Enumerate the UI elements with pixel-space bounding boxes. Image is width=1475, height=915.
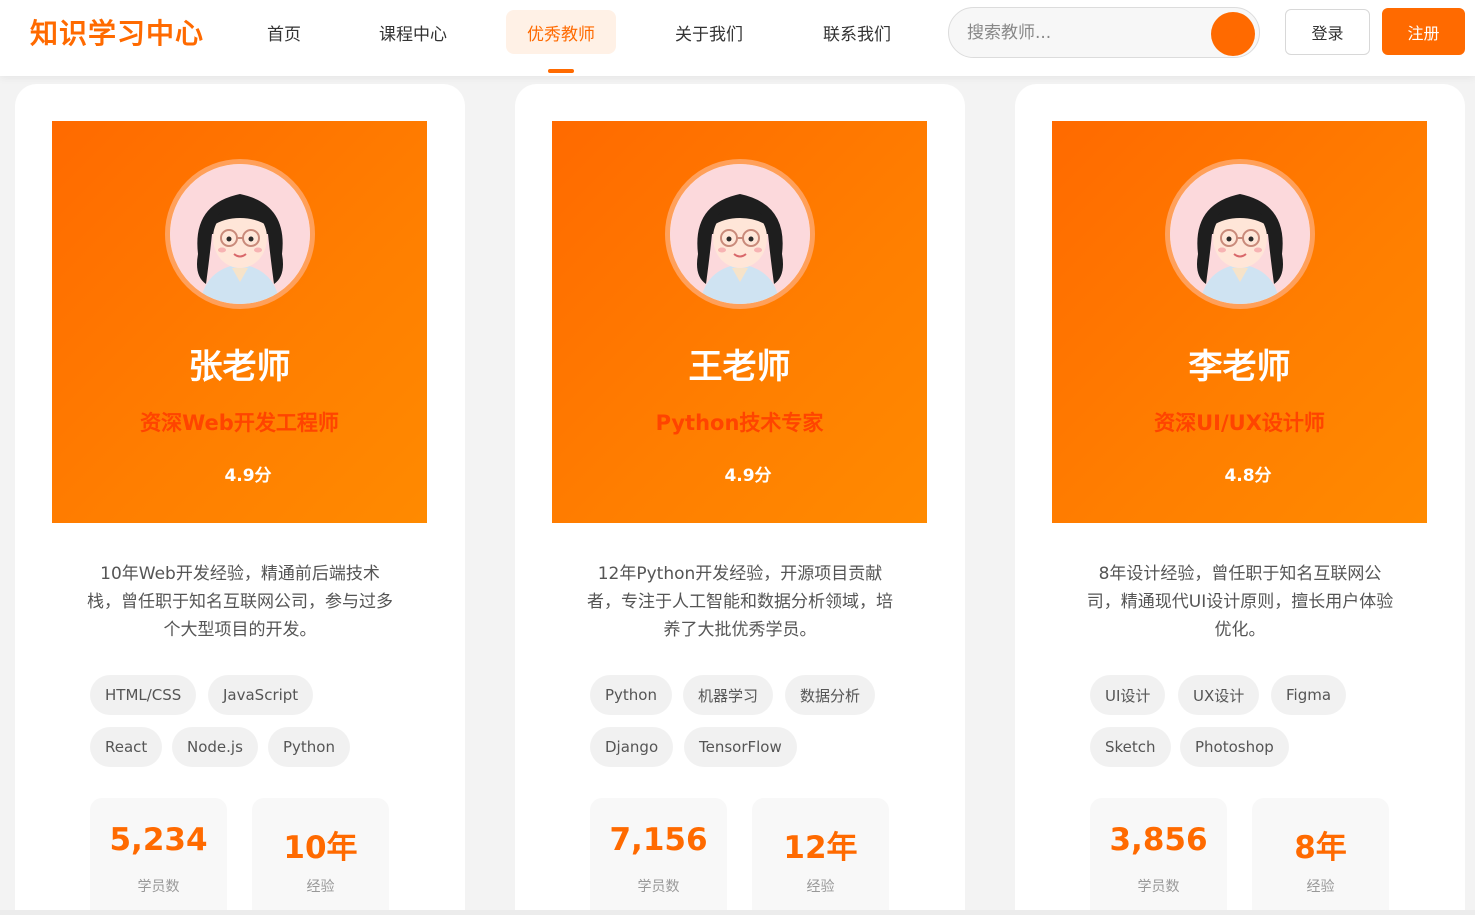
- stat-experience-label: 经验: [1306, 879, 1335, 895]
- search-input[interactable]: [967, 19, 1207, 47]
- top-header: 知识学习中心 首页 课程中心 优秀教师 关于我们 联系我们 登录 注册: [0, 0, 1475, 76]
- stat-experience-value: 12年: [783, 830, 858, 866]
- teacher-hero: 张老师 资深Web开发工程师 4.9分: [52, 121, 427, 523]
- skill-tag[interactable]: Figma: [1271, 675, 1347, 715]
- teacher-hero: 李老师 资深UI/UX设计师 4.8分: [1052, 121, 1427, 523]
- teacher-name: 李老师: [1188, 347, 1291, 387]
- search-box: [948, 7, 1260, 58]
- stat-experience-value: 8年: [1294, 830, 1347, 866]
- stat-experience: 12年 经验: [752, 798, 889, 915]
- search-button[interactable]: [1211, 12, 1255, 56]
- teacher-rating: 4.9分: [224, 466, 272, 486]
- stat-experience: 8年 经验: [1252, 798, 1389, 915]
- teacher-description: 12年Python开发经验，开源项目贡献者，专注于人工智能和数据分析领域，培养了…: [587, 564, 893, 640]
- skill-tag[interactable]: Sketch: [1090, 727, 1171, 767]
- skill-tag[interactable]: TensorFlow: [684, 727, 797, 767]
- nav-courses[interactable]: 课程中心: [366, 10, 460, 54]
- stat-students-value: 7,156: [609, 822, 708, 858]
- stat-students-label: 学员数: [637, 879, 680, 895]
- skill-tag[interactable]: HTML/CSS: [90, 675, 197, 715]
- girl-avatar-icon: [170, 164, 310, 304]
- teacher-name: 张老师: [188, 347, 291, 387]
- skill-tag[interactable]: JavaScript: [208, 675, 314, 715]
- teacher-card[interactable]: 张老师 资深Web开发工程师 4.9分 10年Web开发经验，精通前后端技术栈，…: [15, 84, 465, 915]
- stat-students-value: 5,234: [109, 822, 208, 858]
- site-logo[interactable]: 知识学习中心: [30, 14, 204, 54]
- skill-tag[interactable]: Node.js: [172, 727, 258, 767]
- page-bottom-divider: [0, 910, 1475, 915]
- teacher-title: 资深UI/UX设计师: [1154, 411, 1325, 435]
- teacher-hero: 王老师 Python技术专家 4.9分: [552, 121, 927, 523]
- stat-experience: 10年 经验: [252, 798, 389, 915]
- skill-tag[interactable]: React: [90, 727, 163, 767]
- teacher-avatar: [665, 159, 815, 309]
- login-button[interactable]: 登录: [1285, 9, 1370, 55]
- teacher-description: 10年Web开发经验，精通前后端技术栈，曾任职于知名互联网公司，参与过多个大型项…: [87, 564, 393, 640]
- nav-about[interactable]: 关于我们: [662, 10, 756, 54]
- stat-students-value: 3,856: [1109, 822, 1208, 858]
- search-icon: [1225, 26, 1238, 39]
- nav-home[interactable]: 首页: [252, 10, 316, 54]
- nav-contact[interactable]: 联系我们: [810, 10, 904, 54]
- stat-students: 3,856 学员数: [1090, 798, 1227, 915]
- skill-tag[interactable]: Python: [268, 727, 350, 767]
- skill-tag[interactable]: UX设计: [1178, 675, 1260, 715]
- teacher-avatar: [165, 159, 315, 309]
- skill-tag[interactable]: Photoshop: [1180, 727, 1289, 767]
- teacher-avatar: [1165, 159, 1315, 309]
- girl-avatar-icon: [1170, 164, 1310, 304]
- skill-tag[interactable]: UI设计: [1090, 675, 1166, 715]
- teacher-card[interactable]: 王老师 Python技术专家 4.9分 12年Python开发经验，开源项目贡献…: [515, 84, 965, 915]
- skill-tag[interactable]: Django: [590, 727, 674, 767]
- stat-students-label: 学员数: [1137, 879, 1180, 895]
- active-nav-indicator: [548, 69, 574, 73]
- teacher-name: 王老师: [688, 347, 791, 387]
- stat-experience-label: 经验: [806, 879, 835, 895]
- stat-students: 7,156 学员数: [590, 798, 727, 915]
- girl-avatar-icon: [670, 164, 810, 304]
- register-button[interactable]: 注册: [1382, 8, 1465, 55]
- teacher-title: Python技术专家: [655, 411, 824, 435]
- skill-tag[interactable]: 数据分析: [785, 675, 876, 715]
- stat-experience-label: 经验: [306, 879, 335, 895]
- teacher-rating: 4.8分: [1224, 466, 1272, 486]
- teacher-description: 8年设计经验，曾任职于知名互联网公司，精通现代UI设计原则，擅长用户体验优化。: [1086, 564, 1394, 640]
- teacher-title: 资深Web开发工程师: [140, 411, 339, 435]
- teacher-card[interactable]: 李老师 资深UI/UX设计师 4.8分 8年设计经验，曾任职于知名互联网公司，精…: [1015, 84, 1465, 915]
- stat-students-label: 学员数: [137, 879, 180, 895]
- stat-students: 5,234 学员数: [90, 798, 227, 915]
- nav-teachers[interactable]: 优秀教师: [506, 10, 616, 54]
- skill-tag[interactable]: 机器学习: [683, 675, 774, 715]
- stat-experience-value: 10年: [283, 830, 358, 866]
- skill-tag[interactable]: Python: [590, 675, 672, 715]
- teacher-rating: 4.9分: [724, 466, 772, 486]
